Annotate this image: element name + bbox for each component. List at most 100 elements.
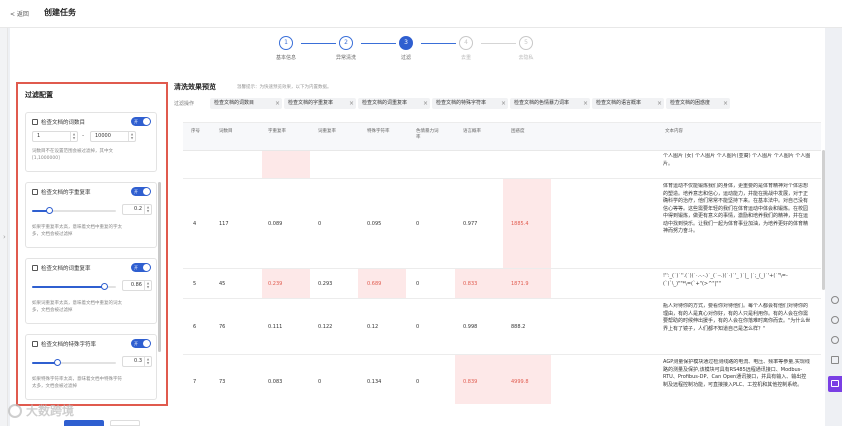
card-label: 检查文档的字重复率 bbox=[41, 190, 91, 196]
max-value: 10000 bbox=[95, 133, 111, 139]
table-row[interactable]: 个人图片 (女) 个人图片 个人图片(亚裔) 个人图片 个人图片 个人图片。 bbox=[183, 151, 821, 179]
cell-id: 5 bbox=[193, 281, 197, 287]
desc-line: 太多，文档会被过滤掉 bbox=[32, 384, 77, 389]
cell-word-rep: 0 bbox=[318, 379, 322, 385]
chat-button[interactable] bbox=[828, 376, 842, 392]
filter-card-word-count: 检查文档的词数目 开 1 ▲ ▼ - 10000 ▲ ▼ 词数目不在设置范围会被过滤掉，… bbox=[25, 112, 157, 172]
tag-label: 检查文档的特殊字符率 bbox=[436, 100, 487, 106]
cell-lang: 0.998 bbox=[463, 324, 478, 330]
filter-tag[interactable]: 检查文档的字重复率 × bbox=[284, 98, 356, 109]
panel-title: 过滤配置 bbox=[25, 91, 53, 99]
step-1[interactable]: 1 基本信息 bbox=[266, 36, 306, 61]
step-3[interactable]: 3 过滤 bbox=[386, 36, 426, 61]
stepper-icon[interactable]: ▲ ▼ bbox=[144, 281, 151, 290]
step-4[interactable]: 4 去重 bbox=[446, 36, 486, 61]
desc-line: 如果特殊字符率太高，意味着文档中特殊字符 bbox=[32, 377, 122, 382]
top-bar: < 返回 创建任务 bbox=[0, 0, 842, 28]
col-header: 语言概率 bbox=[463, 129, 481, 134]
stepper-icon[interactable]: ▲ ▼ bbox=[144, 205, 151, 214]
col-header: 词数目 bbox=[219, 129, 233, 134]
highlight-cell bbox=[262, 151, 310, 178]
enable-toggle[interactable]: 开 bbox=[131, 339, 151, 348]
filter-tag[interactable]: 检查文档的色情暴力词率 × bbox=[510, 98, 590, 109]
tag-label: 检查文档的语言概率 bbox=[596, 100, 642, 106]
help-icon[interactable] bbox=[831, 316, 839, 324]
step-label: 基本信息 bbox=[275, 55, 296, 61]
step-5[interactable]: 5 去隐私 bbox=[506, 36, 546, 61]
step-number: 5 bbox=[519, 36, 533, 50]
filter-tag[interactable]: 检查文档的词重复率 × bbox=[358, 98, 430, 109]
filter-tag[interactable]: 检查文档的词数目 × bbox=[210, 98, 282, 109]
slider-handle[interactable] bbox=[45, 207, 53, 214]
filter-tag[interactable]: 检查文档的困惑度 × bbox=[666, 98, 730, 109]
table-scrollbar[interactable] bbox=[822, 150, 825, 290]
close-icon[interactable]: × bbox=[583, 98, 588, 109]
filter-card-char-repetition: 检查文档的字重复率 开 0.2 ▲ ▼ 如果字重复率太高，意味着文档中重复的字太 多，… bbox=[25, 182, 157, 248]
card-header: 检查文档的字重复率 bbox=[32, 188, 91, 196]
card-description: 如果字重复率太高，意味着文档中重复的字太 多，文档会被过滤掉 bbox=[32, 224, 122, 238]
cell-porn: 0 bbox=[416, 379, 420, 385]
close-icon[interactable]: × bbox=[501, 98, 506, 109]
table-row[interactable]: 7 73 0.083 0 0.134 0 0.839 4999.8 AGP测量保… bbox=[183, 355, 821, 404]
threshold-slider[interactable] bbox=[32, 207, 116, 214]
prev-button[interactable] bbox=[110, 420, 140, 426]
back-link[interactable]: < 返回 bbox=[10, 9, 29, 18]
threshold-slider[interactable] bbox=[32, 359, 116, 366]
step-label: 过滤 bbox=[400, 55, 411, 61]
preview-title: 清洗效果预览 bbox=[174, 83, 216, 91]
grid-icon[interactable] bbox=[831, 356, 839, 364]
close-icon[interactable]: × bbox=[723, 98, 728, 109]
panel-scrollbar[interactable] bbox=[158, 182, 161, 352]
collapse-chevron-icon[interactable]: › bbox=[3, 233, 6, 241]
close-icon[interactable]: × bbox=[657, 98, 662, 109]
filter-config-panel: 过滤配置 检查文档的词数目 开 1 ▲ ▼ - 10000 ▲ ▼ 词数目不在设置范围会… bbox=[16, 82, 168, 406]
slider-handle[interactable] bbox=[54, 359, 62, 366]
card-description: 词数目不在设置范围会被过滤掉，其中文 [1,1000000] bbox=[32, 148, 113, 162]
table-row[interactable]: 4 117 0.089 0 0.095 0 0.977 1885.4 体育运动不… bbox=[183, 179, 821, 269]
tag-label: 检查文档的字重复率 bbox=[288, 100, 334, 106]
threshold-input[interactable]: 0.3 ▲ ▼ bbox=[122, 356, 152, 367]
enable-toggle[interactable]: 开 bbox=[131, 117, 151, 126]
left-strip: › bbox=[0, 28, 8, 426]
stepper-icon[interactable]: ▲ ▼ bbox=[128, 132, 135, 141]
desc-line: 多，文档会被过滤掉 bbox=[32, 308, 73, 313]
toggle-text: 开 bbox=[134, 189, 138, 194]
cell-ppl: 1871.9 bbox=[511, 281, 529, 287]
close-icon[interactable]: × bbox=[423, 98, 428, 109]
enable-toggle[interactable]: 开 bbox=[131, 187, 151, 196]
phone-icon[interactable] bbox=[831, 336, 839, 344]
filter-tag[interactable]: 检查文档的特殊字符率 × bbox=[432, 98, 508, 109]
next-button[interactable] bbox=[64, 420, 104, 426]
stepper-icon[interactable]: ▲ ▼ bbox=[70, 132, 77, 141]
cell-ppl: 4999.8 bbox=[511, 379, 529, 385]
table-row[interactable]: 5 45 0.239 0.293 0.689 0 0.833 1871.9 !'… bbox=[183, 269, 821, 299]
min-input[interactable]: 1 ▲ ▼ bbox=[32, 131, 78, 142]
filter-ops-label: 过滤操作 bbox=[174, 101, 195, 107]
cell-porn: 0 bbox=[416, 281, 420, 287]
threshold-slider[interactable] bbox=[32, 283, 116, 290]
max-input[interactable]: 10000 ▲ ▼ bbox=[90, 131, 136, 142]
filter-tag[interactable]: 检查文档的语言概率 × bbox=[592, 98, 664, 109]
tag-label: 检查文档的词重复率 bbox=[362, 100, 408, 106]
heart-icon[interactable] bbox=[831, 296, 839, 304]
close-icon[interactable]: × bbox=[275, 98, 280, 109]
slider-handle[interactable] bbox=[101, 283, 109, 290]
step-indicator: 1 基本信息 2 异常清洗 3 过滤 4 去重 5 去隐私 bbox=[10, 28, 825, 70]
cell-ppl: 1885.4 bbox=[511, 221, 529, 227]
document-icon bbox=[32, 119, 38, 125]
threshold-input[interactable]: 0.2 ▲ ▼ bbox=[122, 204, 152, 215]
toggle-text: 开 bbox=[134, 119, 138, 124]
threshold-input[interactable]: 0.86 ▲ ▼ bbox=[122, 280, 152, 291]
enable-toggle[interactable]: 开 bbox=[131, 263, 151, 272]
card-label: 检查文档的词数目 bbox=[41, 120, 86, 126]
step-2[interactable]: 2 异常清洗 bbox=[326, 36, 366, 61]
cell-char-rep: 0.111 bbox=[268, 324, 283, 330]
range-dash: - bbox=[82, 132, 85, 139]
document-icon bbox=[32, 265, 38, 271]
table-row[interactable]: 6 76 0.111 0.122 0.12 0 0.998 888.2 瓶人对待… bbox=[183, 299, 821, 355]
stepper-icon[interactable]: ▲ ▼ bbox=[144, 357, 151, 366]
col-header: 色情暴力词率 bbox=[416, 129, 439, 140]
cell-words: 117 bbox=[219, 221, 229, 227]
close-icon[interactable]: × bbox=[349, 98, 354, 109]
col-header: 特殊字符率 bbox=[367, 129, 390, 134]
